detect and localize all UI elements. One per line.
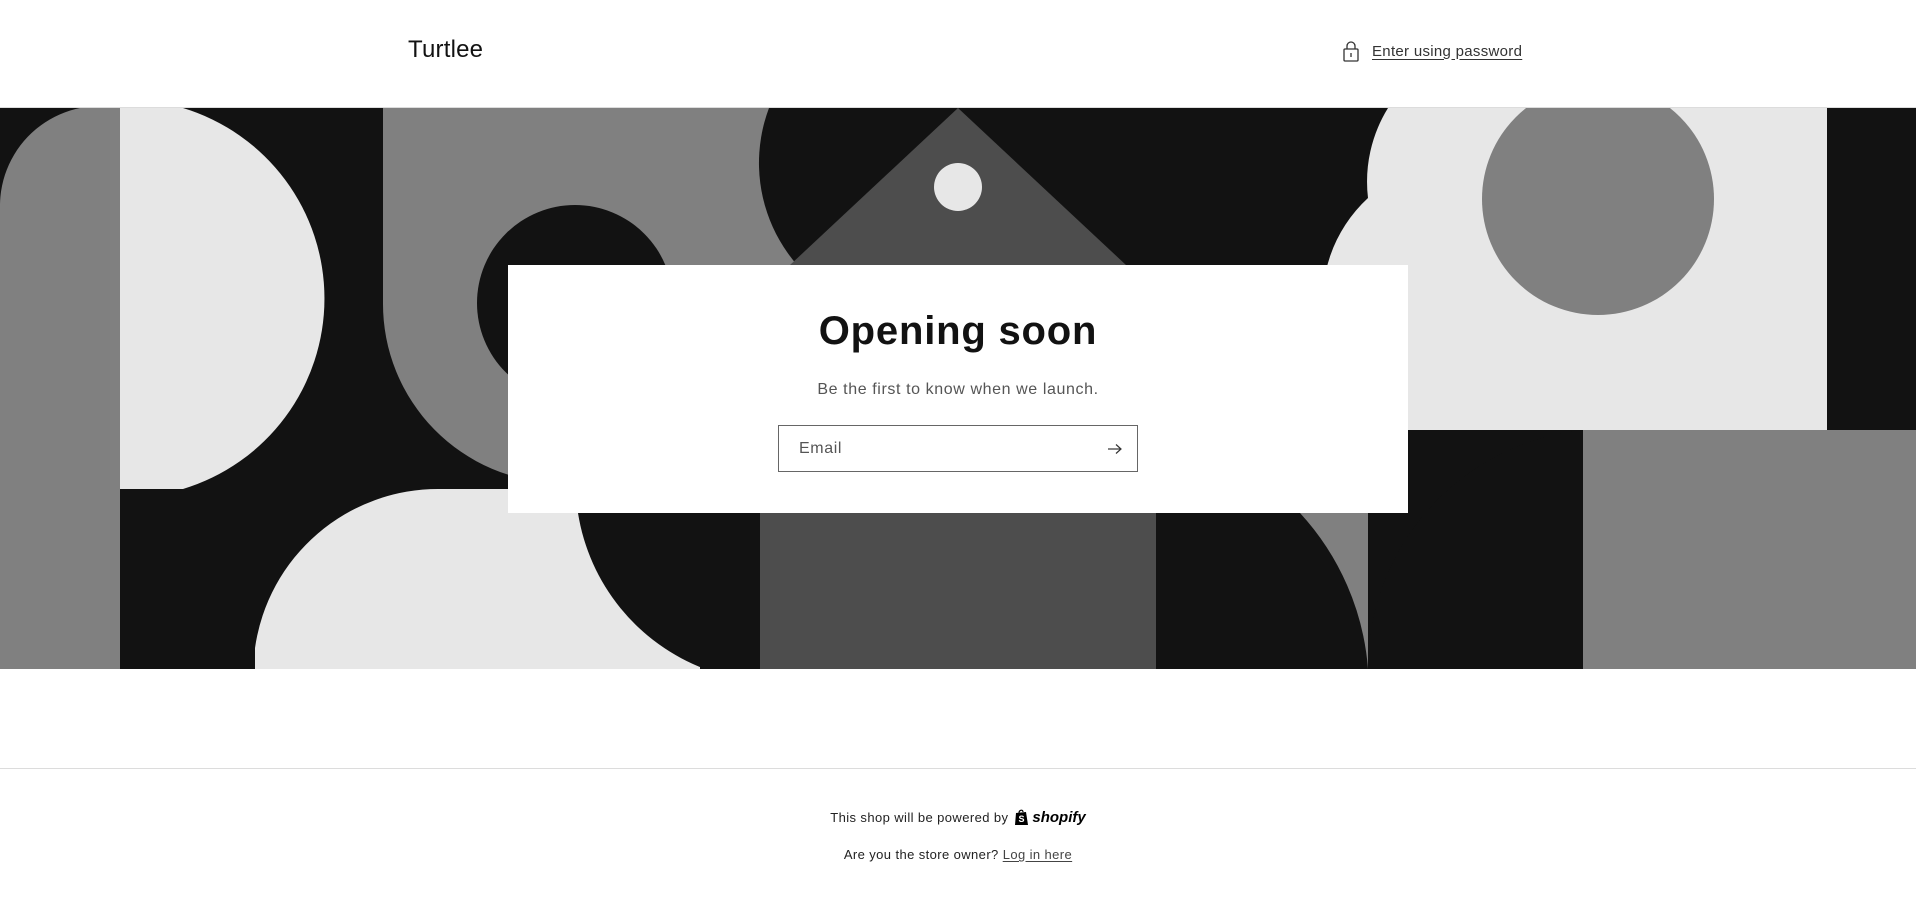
site-footer: This shop will be powered by S shopify A… (0, 768, 1916, 909)
email-form (778, 425, 1138, 472)
page-title: Opening soon (818, 309, 1098, 353)
powered-by-text: This shop will be powered by (830, 810, 1009, 825)
lock-icon (1343, 41, 1359, 62)
login-link[interactable]: Log in here (1003, 847, 1072, 862)
email-input[interactable] (779, 426, 1093, 471)
owner-line: Are you the store owner? Log in here (0, 847, 1916, 862)
powered-by-line: This shop will be powered by S shopify (0, 809, 1916, 826)
page-subtitle: Be the first to know when we launch. (817, 381, 1099, 398)
shopify-wordmark: shopify (1032, 809, 1086, 826)
store-logo[interactable]: Turtlee (408, 36, 483, 64)
owner-question: Are you the store owner? (843, 847, 999, 862)
enter-password-label: Enter using password (1372, 42, 1523, 60)
arrow-right-icon (1108, 443, 1122, 454)
enter-password-link[interactable]: Enter using password (1342, 40, 1522, 62)
site-header: Turtlee Enter using password (0, 0, 1916, 108)
svg-text:S: S (1019, 814, 1025, 824)
hero-banner: Opening soon Be the first to know when w… (0, 108, 1916, 669)
newsletter-card: Opening soon Be the first to know when w… (508, 265, 1408, 513)
shopify-bag-icon: S (1015, 809, 1029, 825)
shopify-logo[interactable]: S shopify (1014, 809, 1086, 826)
subscribe-button[interactable] (1093, 426, 1137, 471)
